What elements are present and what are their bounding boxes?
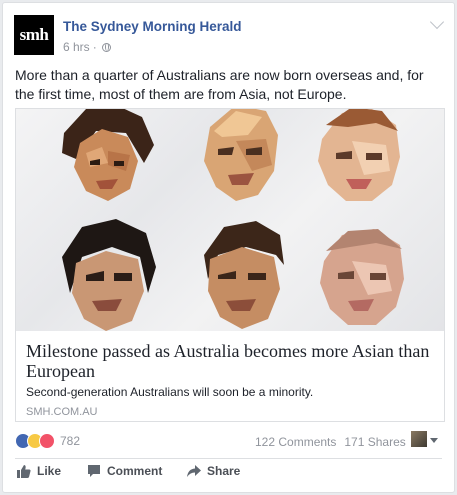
share-button-label: Share	[207, 464, 241, 478]
comment-share-counts: 122 Comments 171 Shares	[255, 435, 406, 449]
face-image	[204, 221, 284, 329]
face-image	[62, 219, 156, 331]
link-description: Second-generation Australians will soon …	[26, 385, 314, 399]
like-button-label: Like	[37, 464, 62, 478]
post-card: smh The Sydney Morning Herald 6 hrs · Mo…	[2, 2, 455, 493]
comment-icon	[88, 465, 100, 477]
face-image	[318, 109, 400, 201]
link-domain: SMH.COM.AU	[26, 406, 98, 418]
face-image	[204, 109, 278, 201]
comments-count-link[interactable]: 122 Comments	[255, 435, 336, 449]
comment-button-label: Comment	[107, 464, 163, 478]
love-icon	[39, 433, 55, 449]
post-stats: 782 122 Comments 171 Shares	[15, 431, 444, 453]
like-button[interactable]: Like	[17, 464, 61, 478]
post-text: More than a quarter of Australians are n…	[15, 67, 424, 102]
caret-down-icon[interactable]	[430, 438, 438, 443]
share-button[interactable]: Share	[187, 464, 240, 478]
reactions-summary[interactable]: 782	[15, 433, 80, 449]
reaction-count[interactable]: 782	[60, 434, 80, 448]
post-header: smh The Sydney Morning Herald 6 hrs ·	[14, 14, 445, 59]
share-arrow-icon	[187, 465, 201, 477]
link-body[interactable]: Milestone passed as Australia becomes mo…	[16, 331, 444, 421]
shares-count-link[interactable]: 171 Shares	[344, 435, 405, 449]
divider	[15, 458, 442, 459]
link-image[interactable]	[16, 109, 444, 331]
post-timestamp[interactable]: 6 hrs	[63, 40, 90, 54]
globe-icon[interactable]	[101, 42, 111, 52]
post-meta: 6 hrs ·	[63, 40, 111, 54]
meta-separator: ·	[92, 40, 97, 54]
action-bar: Like Comment Share	[15, 464, 442, 488]
page-name-link[interactable]: The Sydney Morning Herald	[63, 19, 242, 34]
face-image	[320, 229, 404, 325]
comment-button[interactable]: Comment	[87, 464, 162, 478]
viewer-avatar[interactable]	[411, 431, 427, 447]
chevron-down-icon[interactable]	[429, 14, 445, 30]
thumbs-up-icon	[17, 465, 31, 478]
face-image	[62, 109, 154, 201]
page-avatar[interactable]: smh	[14, 15, 54, 55]
link-title[interactable]: Milestone passed as Australia becomes mo…	[26, 341, 436, 381]
link-preview[interactable]: Milestone passed as Australia becomes mo…	[15, 108, 445, 422]
